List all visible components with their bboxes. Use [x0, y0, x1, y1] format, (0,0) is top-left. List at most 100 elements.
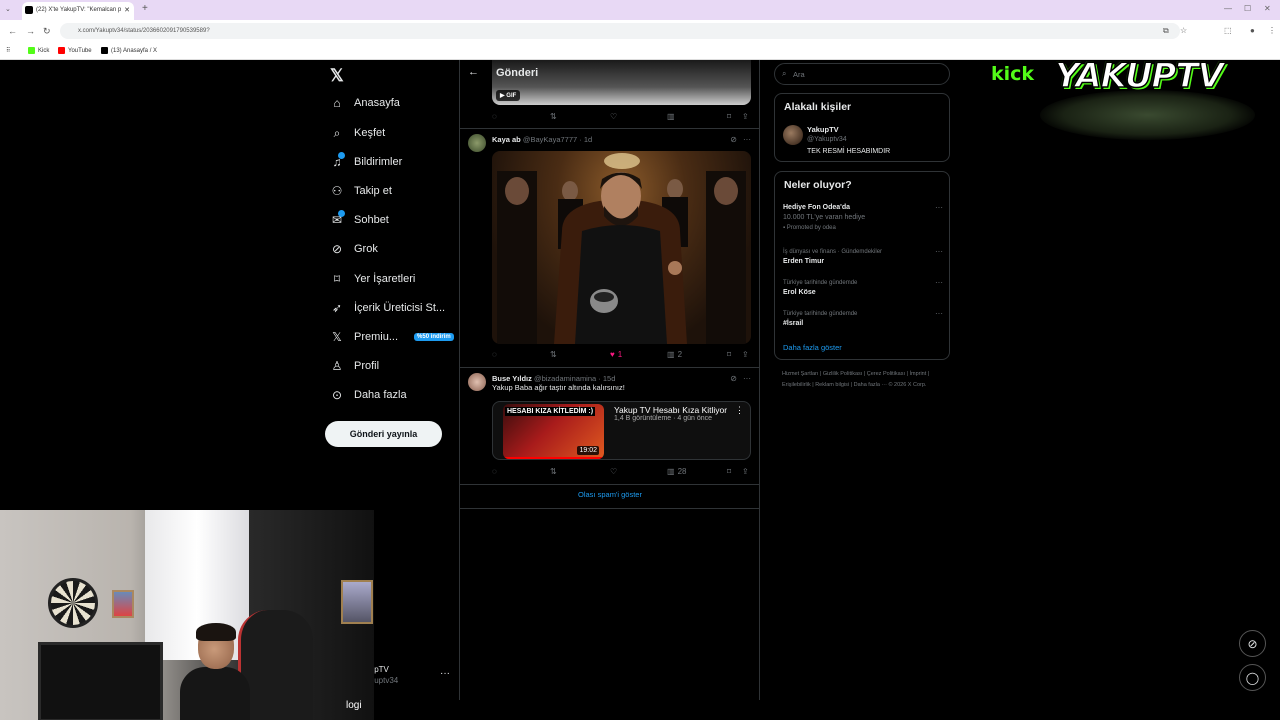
related-name[interactable]: YakupTV [807, 125, 839, 134]
bookmark-icon[interactable]: ⌑ [727, 467, 731, 476]
trend-item[interactable]: Türkiye tarihinde gündemde #İsrail ··· [783, 309, 943, 329]
back-arrow-icon[interactable]: ← [468, 66, 479, 78]
avatar[interactable] [468, 134, 486, 152]
like-icon[interactable]: ♡ [610, 467, 617, 476]
nav-profile[interactable]: ♙ Profil [330, 359, 379, 373]
bookmark-icon[interactable]: ⌑ [727, 350, 731, 359]
grok-icon[interactable]: ⊘ [730, 374, 737, 383]
trend-context: Türkiye tarihinde gündemde [783, 311, 858, 317]
tweet-author[interactable]: Buse Yıldız [492, 374, 532, 383]
nav-chat[interactable]: ✉ Sohbet [330, 210, 389, 227]
minimize-icon[interactable]: — [1224, 4, 1232, 13]
nav-grok[interactable]: ⊘ Grok [330, 242, 378, 256]
views-icon[interactable]: ▥ [667, 112, 675, 121]
youtube-card[interactable]: HESABI KIZA KİTLEDİM :) 19:02 Yakup TV H… [492, 401, 751, 460]
tab-search-icon[interactable]: ⌄ [5, 5, 11, 13]
nav-more[interactable]: ⊙ Daha fazla [330, 388, 407, 402]
reload-icon[interactable]: ↻ [43, 26, 51, 37]
install-icon[interactable]: ⧉ [1163, 26, 1169, 36]
divider [460, 484, 760, 485]
bookmark-icon[interactable]: ⌑ [727, 112, 731, 121]
trend-item[interactable]: Hediye Fon Odea'da 10.000 TL'ye varan he… [783, 203, 943, 233]
reply-icon[interactable]: ◌ [492, 112, 497, 121]
tweet-menu: ⊘ ··· [730, 135, 751, 144]
account-switcher[interactable]: ıpTV ıuptv34 [372, 664, 398, 686]
grok-icon[interactable]: ⊘ [730, 135, 737, 144]
tweet-dot: · [579, 135, 582, 144]
share-icon[interactable]: ⇪ [742, 112, 749, 121]
grok-floating-icon[interactable]: ⊘ [1239, 630, 1266, 657]
show-spam-link[interactable]: Olası spam'i göster [460, 490, 760, 499]
back-icon[interactable]: ← [8, 26, 17, 36]
avatar[interactable] [783, 125, 803, 145]
like-button[interactable]: ♥ 1 [610, 350, 622, 359]
show-more-link[interactable]: Daha fazla göster [783, 343, 842, 352]
views-button[interactable]: ▥ 28 [667, 467, 686, 476]
trend-more-icon[interactable]: ··· [935, 309, 943, 319]
tweet-time[interactable]: 1d [584, 135, 592, 144]
nav-follow[interactable]: ⚇ Takip et [330, 184, 392, 198]
kick-logo: kick [991, 63, 1035, 85]
trend-more-icon[interactable]: ··· [935, 278, 943, 288]
tweet-text: Yakup Baba ağır taştır altında kalırsını… [492, 383, 625, 392]
tweet-handle[interactable]: @bizadaminamina [534, 374, 596, 383]
reply-icon[interactable]: ◌ [492, 350, 497, 359]
repost-icon[interactable]: ⇅ [550, 112, 557, 121]
menu-icon[interactable]: ⋮ [1268, 26, 1276, 35]
trend-title: Erol Köse [783, 289, 816, 296]
tweet-time[interactable]: 15d [603, 374, 616, 383]
messages-floating-icon[interactable]: ◯ [1239, 664, 1266, 691]
tweet-handle[interactable]: @BayKaya7777 [523, 135, 577, 144]
video-menu-icon[interactable]: ⋮ [735, 405, 744, 416]
apps-icon[interactable]: ⠿ [6, 47, 10, 54]
more-icon[interactable]: ··· [743, 135, 751, 144]
nav-premium[interactable]: 𝕏 Premiu... %50 indirim [330, 330, 454, 344]
star-icon[interactable]: ☆ [1180, 26, 1187, 35]
like-icon[interactable]: ♡ [610, 112, 617, 121]
repost-icon[interactable]: ⇅ [550, 467, 557, 476]
video-title[interactable]: Yakup TV Hesabı Kıza Kitliyor [614, 405, 727, 415]
bookmark-youtube[interactable]: YouTube [58, 47, 92, 54]
nav-explore[interactable]: ⌕ Keşfet [330, 126, 386, 140]
trend-title: Erden Timur [783, 258, 825, 265]
tweet-image[interactable] [492, 151, 751, 344]
close-window-icon[interactable]: ✕ [1264, 4, 1271, 13]
post-button[interactable]: Gönderi yayınla [325, 421, 442, 447]
trend-more-icon[interactable]: ··· [935, 247, 943, 257]
search-input[interactable]: ⌕ Ara [774, 63, 950, 85]
x-logo-icon[interactable]: 𝕏 [330, 66, 344, 86]
browser-tab[interactable]: (22) X'te YakupTV: "Kemalcan p ✕ [22, 2, 134, 20]
nav-creator-studio[interactable]: ➶ İçerik Üreticisi St... [330, 301, 445, 315]
nav-home[interactable]: ⌂ Anasayfa [330, 96, 400, 110]
footer-links[interactable]: Hizmet Şartları | Gizlilik Politikası | … [782, 369, 942, 391]
maximize-icon[interactable]: ☐ [1244, 4, 1251, 13]
video-thumbnail[interactable]: HESABI KIZA KİTLEDİM :) 19:02 [503, 404, 604, 459]
trend-more-icon[interactable]: ··· [935, 203, 943, 213]
account-more-icon[interactable]: ··· [440, 668, 450, 679]
reply-icon[interactable]: ◌ [492, 467, 497, 476]
bookmark-x[interactable]: (13) Anasayfa / X [101, 47, 157, 54]
bookmark-label: YouTube [68, 47, 92, 54]
share-icon[interactable]: ⇪ [742, 467, 749, 476]
new-tab-icon[interactable]: + [142, 3, 148, 14]
url-field[interactable]: x.com/Yakuptv34/status/20366020917905395… [60, 23, 1180, 39]
forward-icon[interactable]: → [26, 26, 35, 36]
tab-close-icon[interactable]: ✕ [124, 6, 130, 14]
avatar[interactable]: ● [1250, 26, 1255, 35]
trend-promo: ▪ Promoted by odea [783, 225, 836, 231]
nav-bookmarks[interactable]: ⌑ Yer İşaretleri [330, 272, 415, 286]
gif-badge-label: GIF [506, 93, 517, 99]
nav-notifications[interactable]: ♫ Bildirimler [330, 152, 402, 169]
trend-item[interactable]: İş dünyası ve finans · Gündemdekiler Erd… [783, 247, 943, 267]
extensions-icon[interactable]: ⬚ [1224, 26, 1232, 35]
tweet-author[interactable]: Kaya ab [492, 135, 521, 144]
tweet-header: Buse Yıldız @bizadaminamina · 15d [492, 374, 615, 383]
repost-icon[interactable]: ⇅ [550, 350, 557, 359]
streamer [180, 623, 250, 720]
trend-item[interactable]: Türkiye tarihinde gündemde Erol Köse ··· [783, 278, 943, 298]
share-icon[interactable]: ⇪ [742, 350, 749, 359]
avatar[interactable] [468, 373, 486, 391]
bookmark-kick[interactable]: Kick [28, 47, 49, 54]
views-button[interactable]: ▥ 2 [667, 350, 682, 359]
more-icon[interactable]: ··· [743, 374, 751, 383]
